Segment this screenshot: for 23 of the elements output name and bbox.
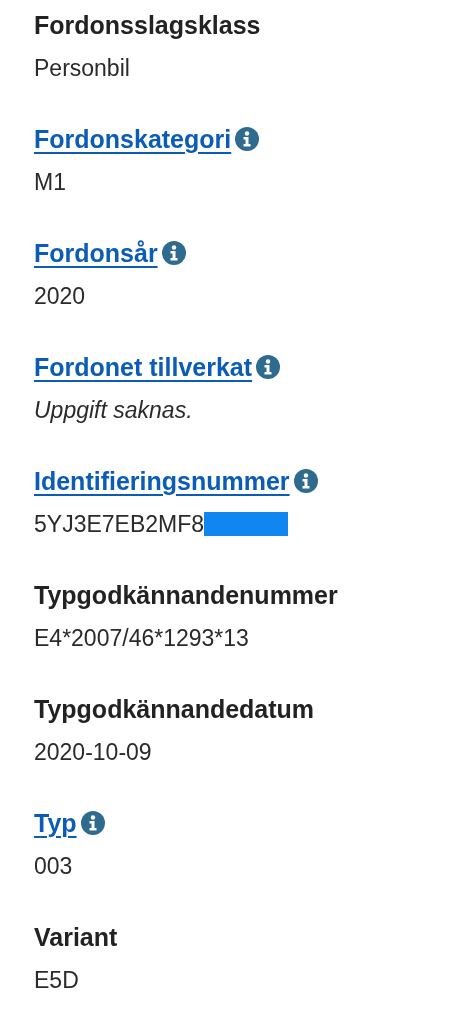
field-label-link[interactable]: Fordonskategori (34, 124, 232, 154)
field-value: Uppgift saknas. (34, 396, 193, 424)
field-label: Fordonsslagsklass (34, 10, 261, 40)
info-icon[interactable] (80, 811, 105, 835)
field-label-link[interactable]: Fordonet tillverkat (34, 352, 253, 382)
field-value: 2020-10-09 (34, 738, 152, 766)
field-label: Typgodkännandedatum (34, 694, 315, 724)
field-value: 2020 (34, 282, 86, 310)
field-label-link[interactable]: Identifieringsnummer (34, 466, 290, 496)
field-label: Variant (34, 922, 118, 952)
field-label-link[interactable]: Typ (34, 808, 77, 838)
info-icon[interactable] (161, 241, 186, 265)
field-value: E5D (34, 966, 79, 994)
field-value: 003 (34, 852, 73, 880)
field-label-link[interactable]: Fordonsår (34, 238, 158, 268)
field-value: Personbil (34, 54, 130, 82)
field-value: E4*2007/46*1293*13 (34, 624, 249, 652)
info-icon[interactable] (256, 355, 281, 379)
info-icon[interactable] (293, 469, 318, 493)
field-value: 5YJ3E7EB2MF8 (34, 510, 205, 538)
field-value: M1 (34, 168, 66, 196)
field-label: Typgodkännandenummer (34, 580, 338, 610)
info-icon[interactable] (235, 127, 260, 151)
